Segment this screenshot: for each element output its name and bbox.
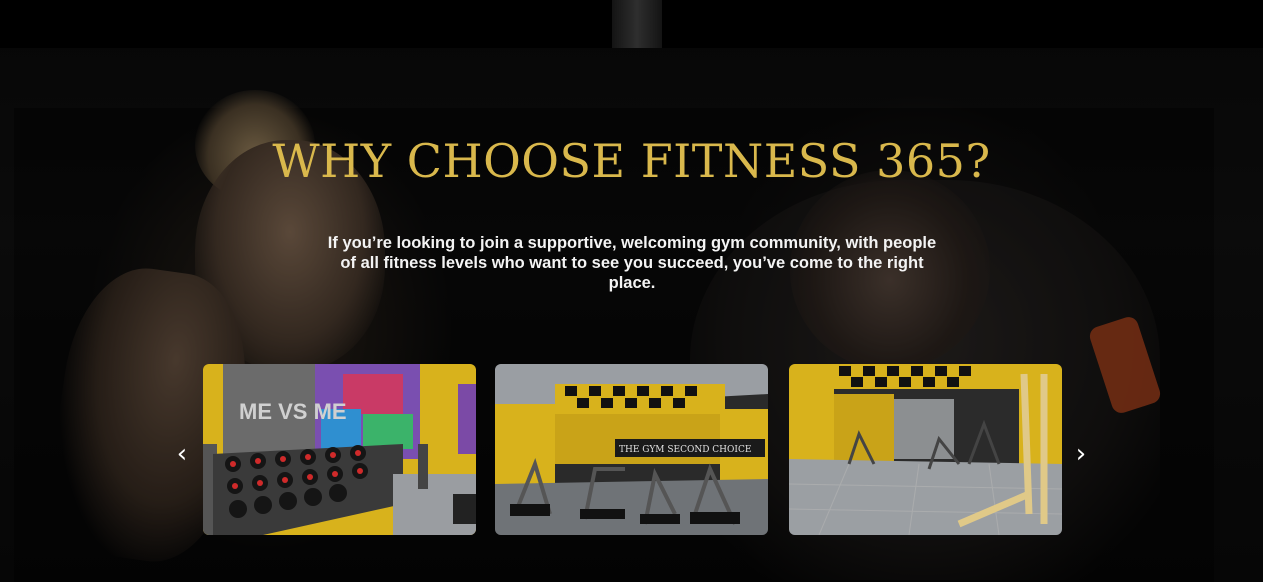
chevron-left-icon: ‹ — [176, 439, 188, 469]
cardio-area-photo — [789, 364, 1062, 535]
section-title: WHY CHOOSE FITNESS 365? — [272, 134, 991, 188]
carousel-slide-2[interactable]: THE GYM SECOND CHOICE — [495, 364, 768, 535]
carousel-prev-button[interactable]: ‹ — [170, 439, 194, 469]
gym-floor-photo: THE GYM SECOND CHOICE — [495, 364, 768, 535]
chevron-right-icon: › — [1075, 439, 1087, 469]
gym-sign-text: THE GYM SECOND CHOICE — [619, 445, 751, 455]
carousel-slide-1[interactable]: ME VS ME — [203, 364, 476, 535]
hero-section: WHY CHOOSE FITNESS 365? If you’re lookin… — [0, 0, 1263, 582]
carousel-slide-3[interactable] — [789, 364, 1062, 535]
dumbbell-rack-photo: ME VS ME — [203, 364, 476, 535]
carousel-next-button[interactable]: › — [1069, 439, 1093, 469]
section-description: If you’re looking to join a supportive, … — [327, 234, 937, 292]
wall-graffiti-text: ME VS ME — [239, 399, 347, 424]
image-carousel: ‹ ME VS ME THE GYM SECOND CHOICE › — [170, 364, 1095, 536]
